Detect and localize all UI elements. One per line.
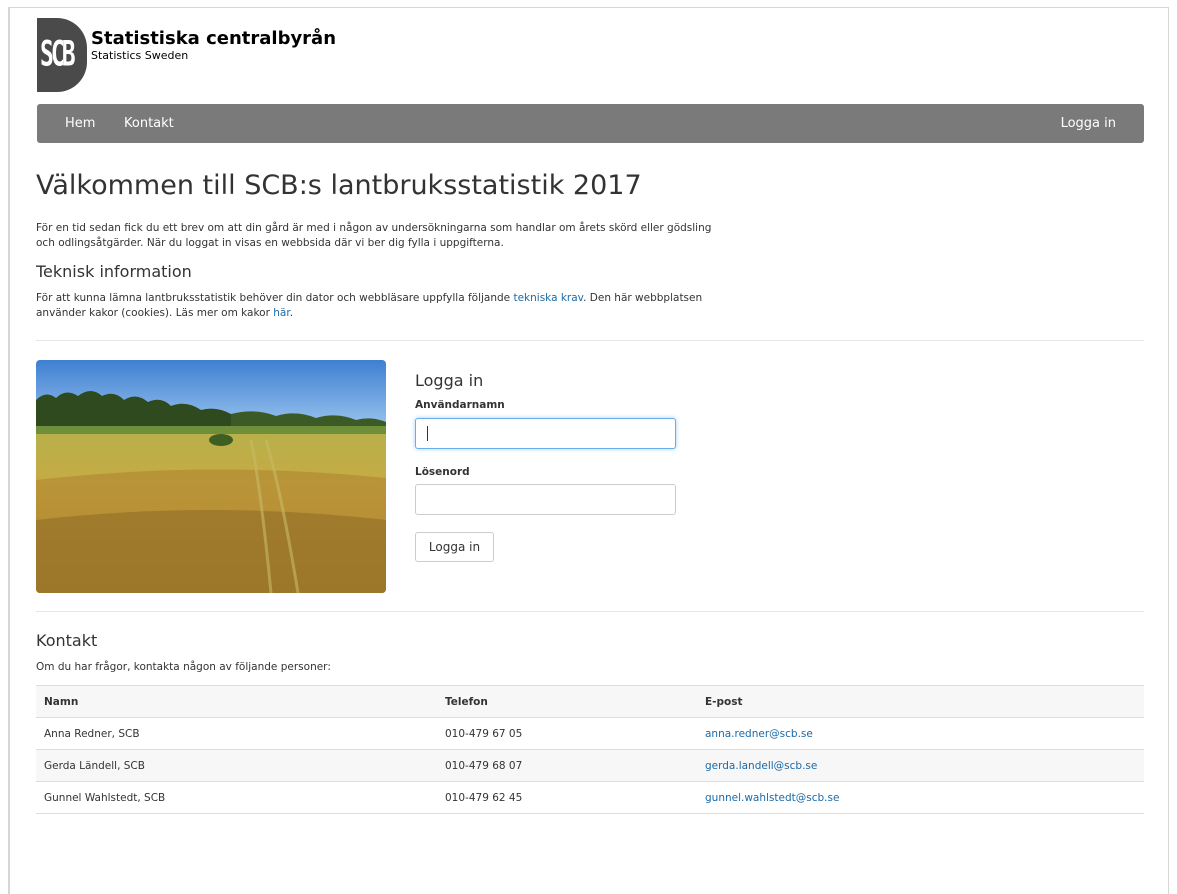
intro-line-2: och odlingsåtgärder. När du loggat in vi… <box>36 237 504 249</box>
logo-text: Statistiska centralbyrån Statistics Swed… <box>91 27 337 62</box>
scb-logo-mark: SCB <box>37 18 87 92</box>
intro-line-1: För en tid sedan fick du ett brev om att… <box>36 222 712 234</box>
contact-email-link[interactable]: anna.redner@scb.se <box>705 728 813 740</box>
column-header-phone: Telefon <box>437 685 697 718</box>
nav-item-hem[interactable]: Hem <box>65 116 95 131</box>
column-header-email: E-post <box>697 685 1144 718</box>
password-input[interactable] <box>415 484 676 515</box>
divider <box>36 340 1144 341</box>
column-header-name: Namn <box>36 685 437 718</box>
contact-name: Anna Redner, SCB <box>36 717 437 750</box>
table-row: Gunnel Wahlstedt, SCB 010-479 62 45 gunn… <box>36 781 1144 814</box>
login-submit-button[interactable]: Logga in <box>415 532 494 562</box>
tech-info-text: För att kunna lämna lantbruksstatistik b… <box>36 291 796 321</box>
username-label: Användarnamn <box>415 399 505 411</box>
field-photo <box>36 360 386 593</box>
brand-subtitle: Statistics Sweden <box>91 48 189 62</box>
contact-phone: 010-479 68 07 <box>437 749 697 782</box>
page-frame-right <box>1168 8 1169 894</box>
tech-text-c: använder kakor (cookies). Läs mer om kak… <box>36 307 274 319</box>
tech-text-d: . <box>289 307 294 319</box>
logo-mark-text: SCB <box>40 35 76 75</box>
contact-phone: 010-479 62 45 <box>437 781 697 814</box>
page-title: Välkommen till SCB:s lantbruksstatistik … <box>36 170 642 201</box>
contact-heading: Kontakt <box>36 631 98 650</box>
nav-item-kontakt[interactable]: Kontakt <box>124 116 174 131</box>
table-row: Anna Redner, SCB 010-479 67 05 anna.redn… <box>36 717 1144 750</box>
text-caret <box>427 426 428 441</box>
cookies-link[interactable]: här <box>273 307 289 319</box>
contact-phone: 010-479 67 05 <box>437 717 697 750</box>
intro-text: För en tid sedan fick du ett brev om att… <box>36 221 796 251</box>
tech-text-b: . Den här webbplatsen <box>583 292 703 304</box>
scb-logo[interactable]: SCB Statistiska centralbyrån Statistics … <box>37 18 336 92</box>
main-navbar: Hem Kontakt Logga in <box>37 104 1144 143</box>
contact-email-link[interactable]: gunnel.wahlstedt@scb.se <box>705 792 839 804</box>
table-row: Gerda Ländell, SCB 010-479 68 07 gerda.l… <box>36 749 1144 782</box>
contact-name: Gunnel Wahlstedt, SCB <box>36 781 437 814</box>
table-header-row: Namn Telefon E-post <box>36 685 1144 718</box>
contact-email-link[interactable]: gerda.landell@scb.se <box>705 760 817 772</box>
tech-text-a: För att kunna lämna lantbruksstatistik b… <box>36 292 514 304</box>
nav-login-link[interactable]: Logga in <box>1061 116 1116 131</box>
tech-info-heading: Teknisk information <box>36 262 192 281</box>
contact-name: Gerda Ländell, SCB <box>36 749 437 782</box>
contact-intro: Om du har frågor, kontakta någon av följ… <box>36 661 331 673</box>
tech-requirements-link[interactable]: tekniska krav <box>513 292 583 304</box>
contact-table: Namn Telefon E-post Anna Redner, SCB 010… <box>36 685 1144 814</box>
page-frame-left <box>8 8 10 894</box>
login-title: Logga in <box>415 371 484 390</box>
page-frame-top <box>8 7 1169 8</box>
username-input[interactable] <box>415 418 676 449</box>
password-label: Lösenord <box>415 466 470 478</box>
divider <box>36 611 1144 612</box>
brand-title: Statistiska centralbyrån <box>91 27 337 49</box>
